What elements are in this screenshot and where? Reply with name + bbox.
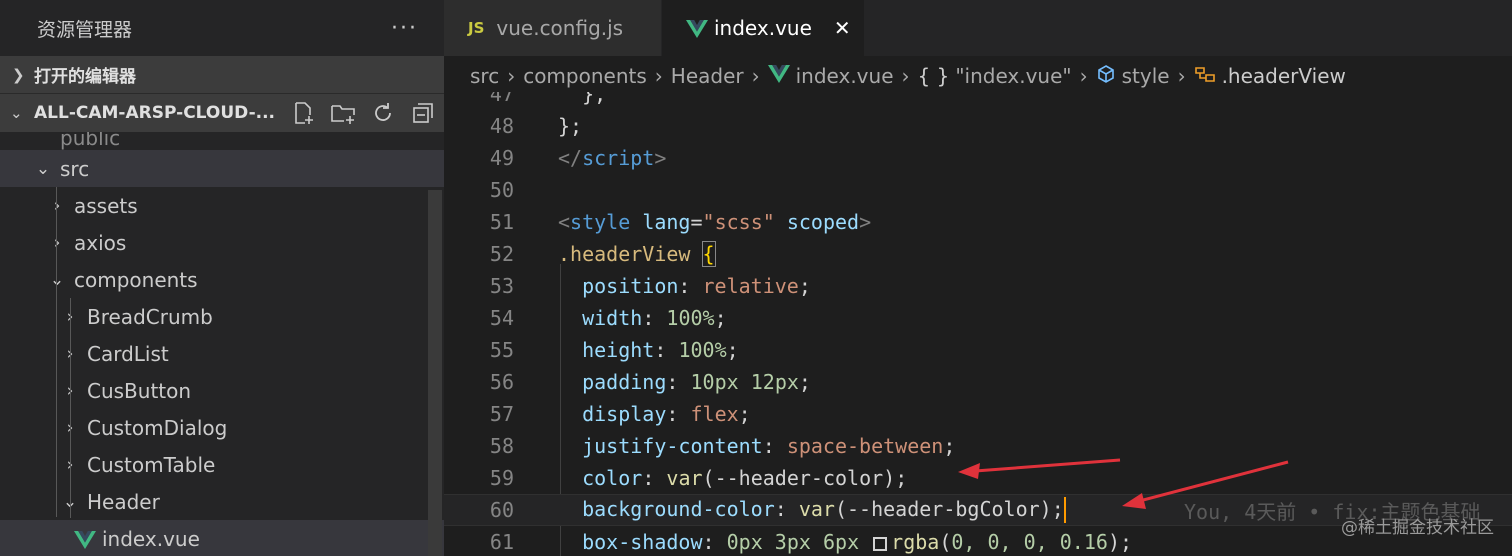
annotation-arrowhead-2 bbox=[1122, 493, 1146, 509]
annotation-arrow-1 bbox=[961, 458, 1121, 474]
annotation-arrow-2 bbox=[1127, 460, 1289, 506]
annotation-arrows bbox=[958, 458, 1289, 509]
annotation-arrowhead-1 bbox=[958, 463, 980, 479]
